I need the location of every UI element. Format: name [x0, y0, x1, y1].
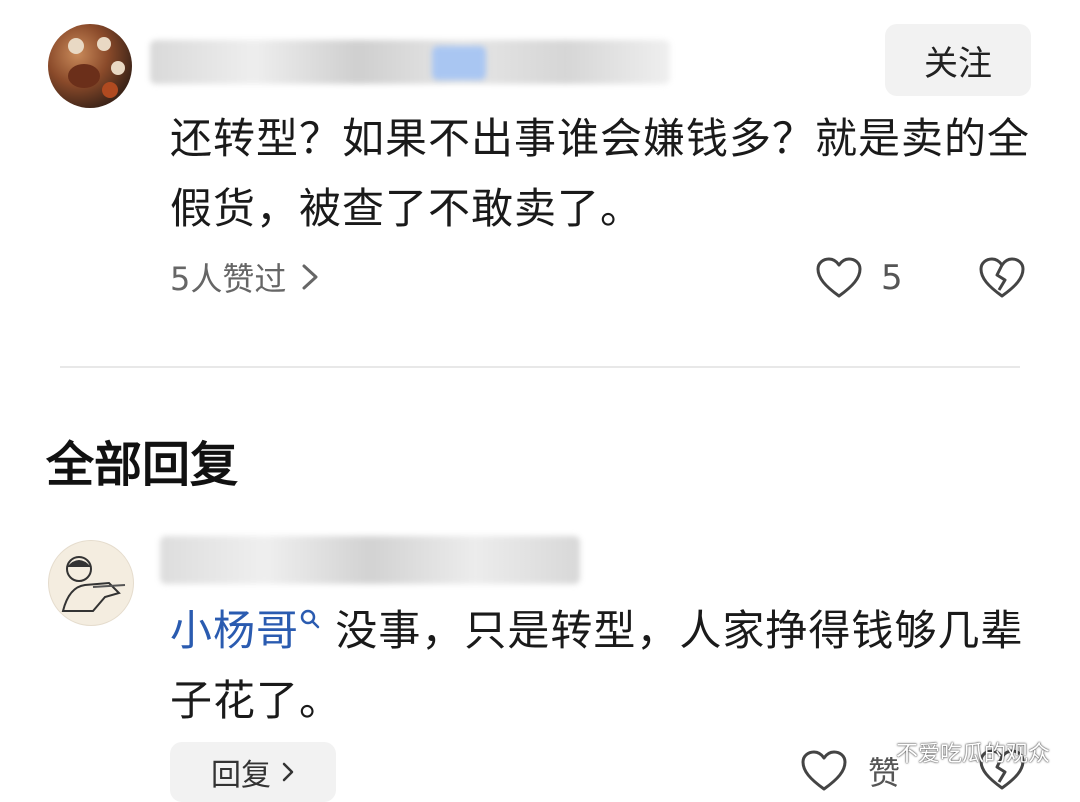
liked-by-label: 5人赞过 — [170, 260, 287, 298]
heart-icon — [816, 257, 862, 298]
chevron-right-icon — [282, 762, 294, 782]
like-count: 5 — [881, 258, 903, 298]
broken-heart-icon — [979, 257, 1025, 298]
all-replies-heading: 全部回复 — [46, 437, 239, 493]
search-icon — [300, 609, 320, 629]
commenter-name-redacted — [150, 40, 670, 84]
reply-text: 小杨哥 没事，只是转型，人家挣得钱够几辈子花了。 — [170, 596, 1050, 736]
replier-avatar[interactable] — [48, 540, 134, 626]
liked-by-link[interactable]: 5人赞过 — [170, 254, 320, 300]
watermark: 不爱吃瓜的观众 — [896, 742, 1051, 767]
reply-button-label: 回复 — [211, 758, 271, 793]
like-button[interactable]: 5 — [815, 256, 903, 300]
follow-button[interactable]: 关注 — [885, 24, 1031, 96]
reply-mention-link[interactable]: 小杨哥 — [170, 606, 321, 655]
commenter-avatar[interactable] — [48, 24, 132, 108]
tea-set-image — [68, 37, 125, 98]
dislike-button[interactable] — [978, 256, 1026, 304]
commenter-badge-redacted — [432, 46, 486, 80]
chevron-right-icon — [302, 264, 318, 290]
section-divider — [60, 366, 1020, 368]
heart-icon — [801, 750, 847, 791]
reply-button[interactable]: 回复 — [170, 742, 336, 802]
replier-name-redacted — [160, 536, 580, 584]
comment-text: 还转型？如果不出事谁会嫌钱多？就是卖的全假货，被查了不敢卖了。 — [170, 114, 1031, 233]
reply-mention-name: 小杨哥 — [170, 606, 300, 655]
sketch-portrait-image — [61, 556, 126, 612]
reply-like-button[interactable]: 赞 — [800, 748, 900, 794]
